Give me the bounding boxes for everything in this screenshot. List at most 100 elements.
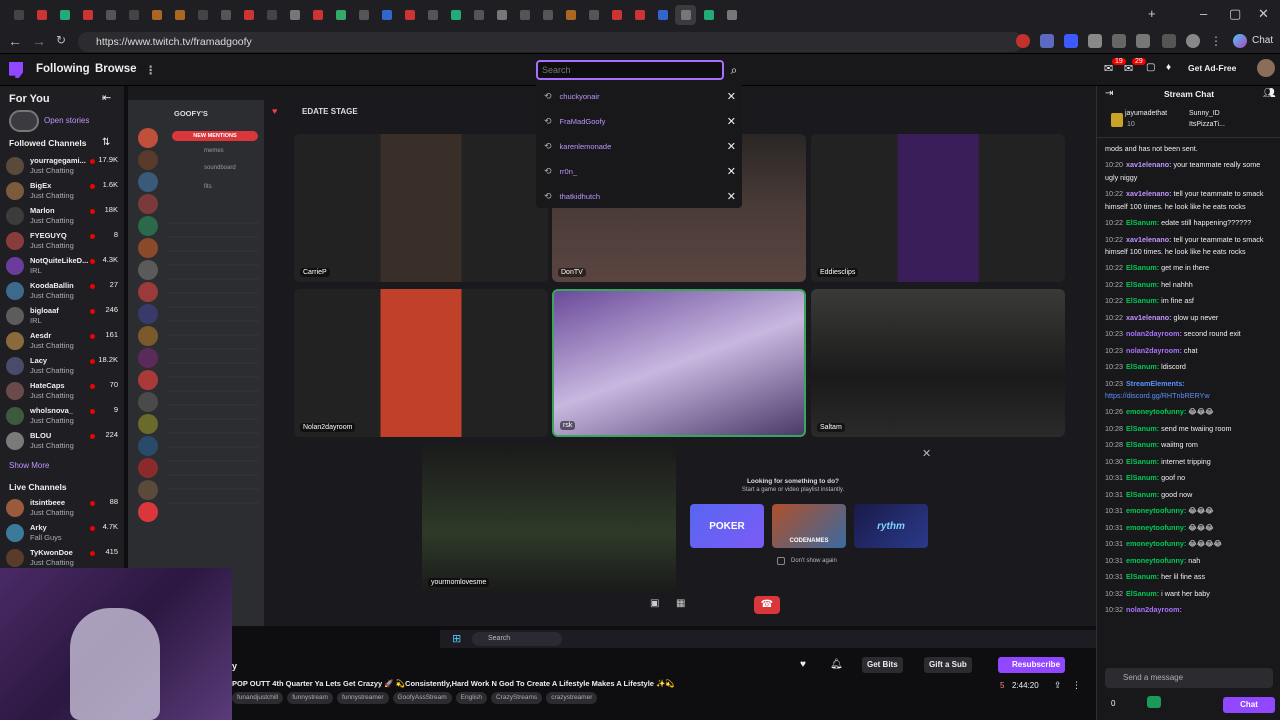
browser-tab[interactable] [100,5,121,25]
sidebar-channel[interactable]: Aesdr Just Chatting 161 [6,329,120,353]
message-username[interactable]: xav1elenano: [1126,160,1172,169]
browse-link[interactable]: Browse [95,63,137,75]
browser-tab[interactable] [675,5,696,25]
video-tile[interactable]: Saltam [811,289,1065,437]
browser-tab[interactable] [445,5,466,25]
remove-history-icon[interactable]: ✕ [727,90,736,103]
discord-channel[interactable]: fits [204,184,212,190]
chat-message[interactable]: 10:22 ElSanum: hel nahhh [1105,279,1273,291]
browser-tab[interactable] [8,5,29,25]
reload-icon[interactable]: ↻ [56,33,66,47]
browser-tab[interactable] [468,5,489,25]
chat-message[interactable]: 10:31 emoneytoofunny: 😂😂😂 [1105,522,1273,534]
discord-server-icon[interactable] [138,436,158,456]
sidebar-channel[interactable]: NotQuiteLikeD... IRL 4.3K [6,254,120,278]
open-stories-link[interactable]: Open stories [44,116,89,125]
message-username[interactable]: ElSanum: [1126,490,1159,499]
browser-tab[interactable] [215,5,236,25]
chat-message[interactable]: 10:22 ElSanum: get me in there [1105,262,1273,274]
stream-tag[interactable]: crazystreamer [546,692,598,704]
browser-tab[interactable] [698,5,719,25]
remove-history-icon[interactable]: ✕ [727,190,736,203]
video-tile[interactable]: CarrieP [294,134,548,282]
codenames-activity-card[interactable]: CODENAMES [772,504,846,548]
share-icon[interactable]: ⇪ [1054,680,1062,691]
sidebar-channel[interactable]: KoodaBallin Just Chatting 27 [6,279,120,303]
discord-channel[interactable]: soundboard [204,165,236,171]
discord-server-icon[interactable] [138,458,158,478]
sidebar-channel[interactable]: wholsnova_ Just Chatting 9 [6,404,120,428]
more-dots-icon[interactable]: ⋮ [145,63,157,77]
message-username[interactable]: ElSanum: [1126,589,1159,598]
discord-server-icon[interactable] [138,392,158,412]
chat-message[interactable]: 10:23 nolan2dayroom: chat [1105,345,1273,357]
chat-message[interactable]: 10:31 ElSanum: good now [1105,489,1273,501]
discord-server-icon[interactable] [138,326,158,346]
notifications-icon[interactable]: ✉ 19 [1104,58,1126,75]
discord-server-icon[interactable] [138,172,158,192]
browser-tab[interactable] [652,5,673,25]
chat-message[interactable]: 10:20 xav1elenano: your teammate really s… [1105,159,1273,184]
sidebar-channel[interactable]: Lacy Just Chatting 18.2K [6,354,120,378]
browser-tab[interactable] [514,5,535,25]
twitch-logo-icon[interactable] [9,62,23,78]
discord-server-icon[interactable] [138,194,158,214]
chat-message[interactable]: mods and has not been sent. [1105,143,1273,155]
bookmark-star-icon[interactable] [1162,34,1176,48]
browser-tab[interactable] [491,5,512,25]
chat-message[interactable]: 10:22 xav1elenano: tell your teammate to … [1105,188,1273,213]
browser-tab[interactable] [353,5,374,25]
search-history-item[interactable]: ⟲ FraMadGoofy ✕ [536,109,742,134]
extension-icon[interactable] [1112,34,1126,48]
message-username[interactable]: emoneytoofunny: [1126,506,1186,515]
chat-message[interactable]: 10:32 ElSanum: i want her baby [1105,588,1273,600]
message-username[interactable]: ElSanum: [1126,457,1159,466]
message-username[interactable]: xav1elenano: [1126,235,1172,244]
message-username[interactable]: ElSanum: [1126,296,1159,305]
message-username[interactable]: emoneytoofunny: [1126,539,1186,548]
user-avatar[interactable] [1257,59,1275,77]
chat-message[interactable]: 10:31 emoneytoofunny: 😂😂😂 [1105,505,1273,517]
chat-message[interactable]: 10:23 StreamElements: https://discord.gg/… [1105,378,1273,403]
menu-dots-icon[interactable]: ⋮ [1210,34,1224,48]
activities-icon[interactable]: ▦ [676,598,685,609]
close-activity-icon[interactable]: ✕ [922,447,931,460]
browser-tab[interactable] [123,5,144,25]
browser-tab[interactable] [376,5,397,25]
extension-icon[interactable] [1016,34,1030,48]
message-username[interactable]: emoneytoofunny: [1126,523,1186,532]
back-icon[interactable]: ← [8,33,22,49]
chat-message[interactable]: 10:22 xav1elenano: tell your teammate to … [1105,234,1273,259]
get-ad-free-button[interactable]: Get Ad-Free [1188,63,1236,73]
sidebar-channel[interactable]: yourragegami... Just Chatting 17.9K [6,154,120,178]
channel-points-count[interactable]: 0 [1111,699,1115,708]
gifter-name[interactable]: jayumadethat [1125,110,1167,117]
chat-message[interactable]: 10:22 ElSanum: im fine asf [1105,295,1273,307]
stream-tag[interactable]: funandjustchill [232,692,284,704]
browser-tab[interactable] [169,5,190,25]
whispers-icon[interactable]: ✉ 29 [1124,58,1146,75]
new-tab-icon[interactable]: + [1148,6,1156,21]
message-username[interactable]: emoneytoofunny: [1126,407,1186,416]
inbox-icon[interactable]: ▢ [1146,62,1155,73]
notification-bell-icon[interactable]: 🔔︎ [830,659,843,670]
video-tile[interactable]: Nolan2dayroom [294,289,548,437]
browser-tab[interactable] [192,5,213,25]
crown-icon[interactable]: ♦ [1166,62,1171,73]
sort-icon[interactable]: ⇅ [102,137,110,148]
stream-tag[interactable]: English [455,692,487,704]
browser-tab[interactable] [606,5,627,25]
search-history-item[interactable]: ⟲ thatkidhutch ✕ [536,184,742,209]
chat-message[interactable]: 10:28 ElSanum: send me twaiing room [1105,423,1273,435]
chat-message[interactable]: 10:28 ElSanum: waiitng rom [1105,439,1273,451]
get-bits-button[interactable]: Get Bits [862,657,903,673]
discord-server-icon[interactable] [138,128,158,148]
sidebar-channel[interactable]: Arky Fall Guys 4.7K [6,521,120,545]
sidebar-channel[interactable]: BLOU Just Chatting 224 [6,429,120,453]
stories-avatars[interactable] [9,110,39,132]
chat-input[interactable]: Send a message [1105,668,1273,688]
browser-tab[interactable] [307,5,328,25]
message-username[interactable]: emoneytoofunny: [1126,556,1186,565]
message-username[interactable]: ElSanum: [1126,280,1159,289]
sidebar-channel[interactable]: bigloaaf IRL 246 [6,304,120,328]
